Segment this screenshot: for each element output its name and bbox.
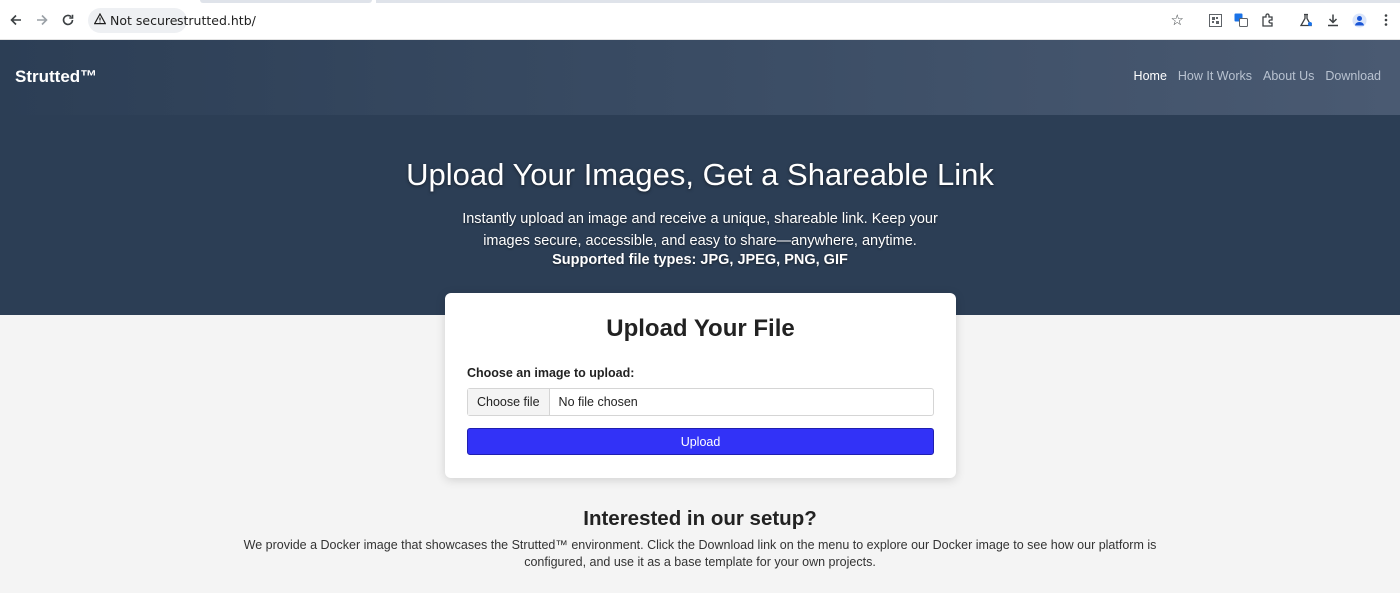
download-icon[interactable] <box>1325 12 1341 28</box>
choose-file-button[interactable]: Choose file <box>468 389 550 415</box>
supported-file-types: Supported file types: JPG, JPEG, PNG, GI… <box>552 252 848 268</box>
back-arrow-icon[interactable] <box>7 11 25 29</box>
forward-arrow-icon[interactable] <box>33 11 51 29</box>
security-label: Not secure <box>110 13 178 28</box>
star-icon[interactable]: ☆ <box>1171 11 1184 29</box>
nav-how-it-works-link[interactable]: How It Works <box>1178 69 1252 83</box>
upload-title: Upload Your File <box>606 315 795 342</box>
hero-title: Upload Your Images, Get a Shareable Link <box>406 157 994 192</box>
hero-section: Upload Your Images, Get a Shareable Link… <box>0 115 1400 315</box>
upload-card: Upload Your File Choose an image to uplo… <box>445 293 956 478</box>
file-input[interactable]: Choose file No file chosen <box>467 388 934 416</box>
translate-icon[interactable] <box>1233 12 1249 28</box>
extensions-icon[interactable] <box>1260 12 1276 28</box>
setup-description: We provide a Docker image that showcases… <box>243 538 1157 569</box>
qr-code-icon[interactable] <box>1207 12 1223 28</box>
url-text[interactable]: strutted.htb/ <box>177 13 256 28</box>
site-brand[interactable]: Strutted™ <box>15 67 97 87</box>
nav-home-link[interactable]: Home <box>1134 69 1167 83</box>
upload-button[interactable]: Upload <box>467 428 934 455</box>
profile-icon[interactable] <box>1351 12 1367 28</box>
more-menu-icon[interactable] <box>1378 12 1394 28</box>
active-tab-edge <box>200 0 372 3</box>
main-nav: Home How It Works About Us Download <box>1134 69 1381 83</box>
site-header: Strutted™ Home How It Works About Us Dow… <box>0 40 1400 115</box>
security-chip[interactable]: Not secure <box>88 8 188 33</box>
file-input-label: Choose an image to upload: <box>467 366 635 380</box>
reload-icon[interactable] <box>59 11 77 29</box>
hero-description: Instantly upload an image and receive a … <box>462 211 938 249</box>
file-status: No file chosen <box>558 395 638 409</box>
address-bar[interactable]: Not secure strutted.htb/ ☆ <box>88 8 1194 33</box>
tab-strip-edge <box>376 0 1400 3</box>
labs-icon[interactable] <box>1298 12 1314 28</box>
nav-about-us-link[interactable]: About Us <box>1263 69 1314 83</box>
nav-download-link[interactable]: Download <box>1325 69 1381 83</box>
warning-icon <box>93 12 107 28</box>
browser-toolbar: Not secure strutted.htb/ ☆ <box>0 0 1400 40</box>
setup-title: Interested in our setup? <box>583 507 817 530</box>
